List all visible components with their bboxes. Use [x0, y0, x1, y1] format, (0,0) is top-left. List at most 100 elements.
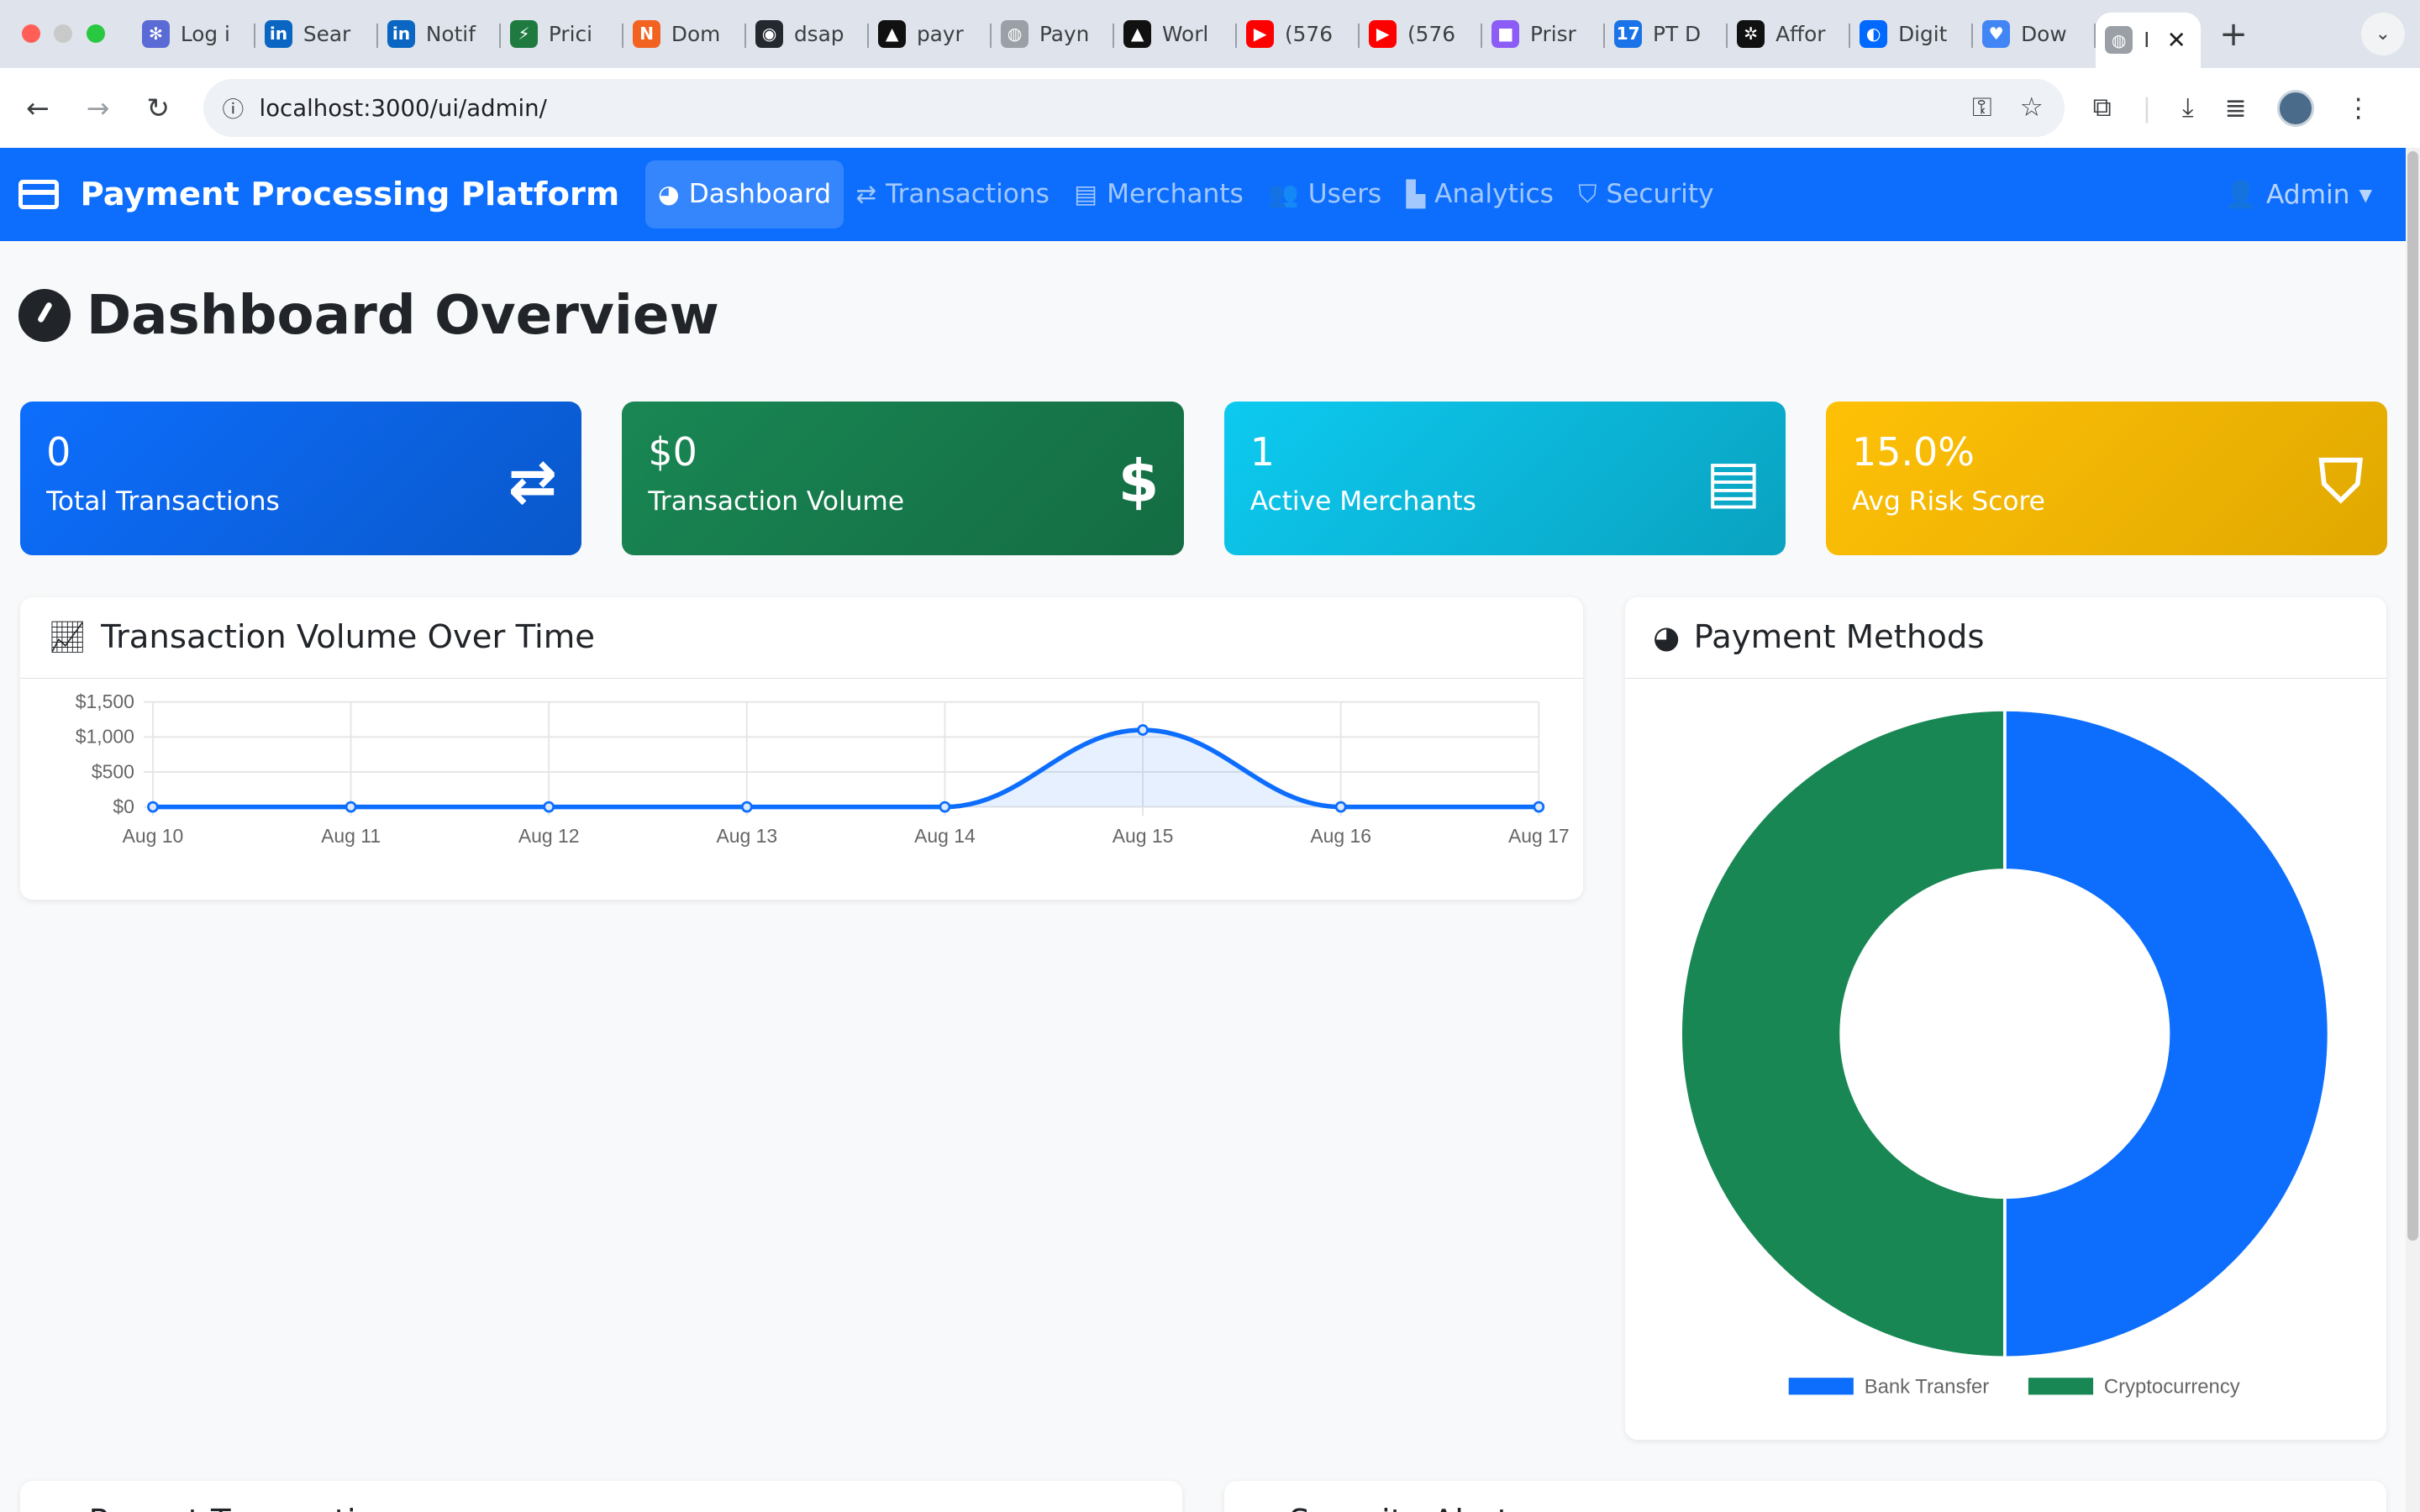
nav-link-transactions[interactable]: ⇄ Transactions: [844, 160, 1062, 228]
credit-card-icon: [18, 179, 59, 209]
tab-title: Log i: [180, 21, 230, 46]
tab-favicon-icon: N: [633, 19, 661, 48]
tab-favicon-icon: ◐: [1860, 19, 1888, 48]
browser-tab[interactable]: ◐ Digit: [1850, 11, 1974, 57]
minimize-window-button[interactable]: [54, 24, 73, 44]
tab-title: Payn: [1039, 21, 1090, 46]
address-bar[interactable]: ⓘ localhost:3000/ui/admin/ ⚿ ☆: [203, 78, 2065, 138]
legend-swatch: [1788, 1378, 1854, 1395]
browser-tab[interactable]: ▶ (576: [1360, 11, 1483, 57]
card-header: ◕ Payment Methods: [1625, 597, 2386, 680]
tab-favicon-icon: ✻: [141, 19, 171, 48]
tab-favicon-icon: ◉: [755, 19, 784, 48]
browser-tab[interactable]: ✲ Affor: [1728, 11, 1851, 57]
nav-link-label: Security: [1606, 179, 1714, 210]
browser-tab[interactable]: 17 PT D: [1605, 11, 1728, 57]
browser-tab[interactable]: ◍ Payn: [992, 11, 1115, 57]
bar-chart-icon: ▙: [1406, 180, 1426, 209]
tab-title: I: [2144, 28, 2150, 53]
nav-link-users[interactable]: 👥 Users: [1255, 160, 1393, 228]
card-title: Recent Transactions: [88, 1503, 413, 1512]
new-tab-button[interactable]: +: [2219, 13, 2248, 54]
data-point: [1334, 801, 1347, 813]
nav-link-dashboard[interactable]: ◕ Dashboard: [645, 160, 844, 228]
store-icon: ▤: [1074, 180, 1098, 209]
tab-title: Dom: [671, 21, 721, 46]
close-window-button[interactable]: [21, 24, 40, 44]
download-icon[interactable]: ⤓: [2182, 92, 2194, 123]
toolbar-divider: |: [2142, 92, 2152, 123]
browser-tab[interactable]: ✻ Log i: [133, 11, 255, 57]
tab-title: Notif: [425, 21, 476, 46]
tab-favicon-icon: ▲: [1123, 19, 1152, 48]
tab-title: Digit: [1898, 21, 1948, 46]
tab-title: (576: [1407, 21, 1455, 46]
nav-link-security[interactable]: ⛉ Security: [1566, 160, 1727, 228]
extensions-icon[interactable]: ⧉: [2093, 92, 2112, 123]
line-chart-icon: 📈︎: [47, 619, 87, 656]
browser-tab[interactable]: N Dom: [623, 11, 747, 57]
reload-button[interactable]: ↻: [128, 92, 188, 124]
card-header: 📈︎ Transaction Volume Over Time: [19, 597, 1584, 680]
browser-tab[interactable]: ▶ (576: [1237, 11, 1360, 57]
shield-icon: ⛉: [2318, 447, 2363, 516]
stat-card-transaction-volume: $0 Transaction Volume $: [622, 401, 1184, 556]
tab-favicon-icon: ▲: [878, 19, 907, 48]
scrollbar-thumb[interactable]: [2407, 150, 2419, 1241]
stat-card-active-merchants: 1 Active Merchants ▤: [1223, 401, 1786, 556]
browser-tab[interactable]: ▲ payr: [869, 11, 992, 57]
browser-menu-icon[interactable]: ⋮: [2345, 93, 2371, 123]
warning-icon: ▲: [1252, 1504, 1276, 1512]
nav-link-analytics[interactable]: ▙ Analytics: [1394, 160, 1566, 228]
tab-title: Sear: [302, 21, 351, 46]
tab-favicon-icon: in: [264, 19, 293, 48]
close-tab-button[interactable]: ✕: [2167, 27, 2186, 54]
tab-title: dsap: [793, 21, 844, 46]
browser-tab[interactable]: ⚡ Prici: [501, 11, 624, 57]
url-text[interactable]: localhost:3000/ui/admin/: [260, 95, 547, 122]
browser-tab[interactable]: ◉ dsap: [746, 11, 870, 57]
tab-title: Affor: [1776, 21, 1826, 46]
admin-label: Admin: [2265, 179, 2350, 210]
tab-favicon-icon: ♥: [1982, 19, 2011, 48]
back-button[interactable]: ←: [8, 92, 68, 124]
stat-label: Total Transactions: [46, 486, 280, 517]
tab-search-button[interactable]: ⌄: [2361, 12, 2405, 56]
browser-tab[interactable]: ▲ Worl: [1114, 11, 1238, 57]
browser-tab[interactable]: in Sear: [255, 11, 378, 57]
nav-link-merchants[interactable]: ▤ Merchants: [1062, 160, 1256, 228]
tachometer-icon: [18, 289, 71, 342]
data-point: [345, 801, 357, 813]
data-point: [740, 801, 753, 813]
stat-value: 0: [46, 428, 71, 475]
bookmark-star-icon[interactable]: ☆: [2020, 92, 2044, 123]
browser-tab[interactable]: ■ Prisr: [1482, 11, 1606, 57]
stat-value: $0: [648, 428, 697, 475]
site-info-icon[interactable]: ⓘ: [207, 92, 259, 123]
browser-tabstrip: ✻ Log i in Sear in Notif ⚡ Prici N Dom ◉ dsap ▲ payr ◍…: [0, 0, 2420, 68]
x-tick-label: Aug 10: [122, 825, 183, 847]
profile-avatar[interactable]: [2277, 89, 2315, 127]
browser-tab-active[interactable]: ◍ I ✕: [2096, 12, 2202, 68]
browser-toolbar: ← → ↻ ⓘ localhost:3000/ui/admin/ ⚿ ☆ ⧉ |…: [0, 67, 2420, 149]
nav-link-label: Dashboard: [688, 179, 832, 210]
key-icon[interactable]: ⚿: [1972, 92, 1992, 123]
forward-button[interactable]: →: [68, 92, 129, 124]
x-tick-label: Aug 13: [716, 825, 777, 847]
admin-dropdown[interactable]: 👤 Admin ▼: [2224, 179, 2372, 211]
stat-value: 1: [1249, 428, 1275, 475]
maximize-window-button[interactable]: [86, 24, 105, 44]
brand[interactable]: Payment Processing Platform: [0, 176, 619, 213]
y-tick-label: $0: [113, 795, 134, 817]
page-viewport: Payment Processing Platform ◕ Dashboard ⇄ T…: [0, 148, 2420, 1512]
media-control-icon[interactable]: ≣: [2224, 93, 2246, 123]
page-scrollbar[interactable]: [2406, 148, 2420, 1512]
x-tick-label: Aug 15: [1113, 825, 1174, 847]
users-icon: 👥: [1268, 179, 1299, 208]
tab-title: (576: [1285, 21, 1333, 46]
tab-favicon-icon: ▶: [1246, 19, 1275, 48]
browser-tab[interactable]: in Notif: [378, 11, 501, 57]
card-header: ▲ Security Alerts: [1224, 1481, 2386, 1512]
browser-tab[interactable]: ♥ Dow: [1973, 11, 2096, 57]
tab-favicon-icon: ■: [1491, 19, 1520, 48]
